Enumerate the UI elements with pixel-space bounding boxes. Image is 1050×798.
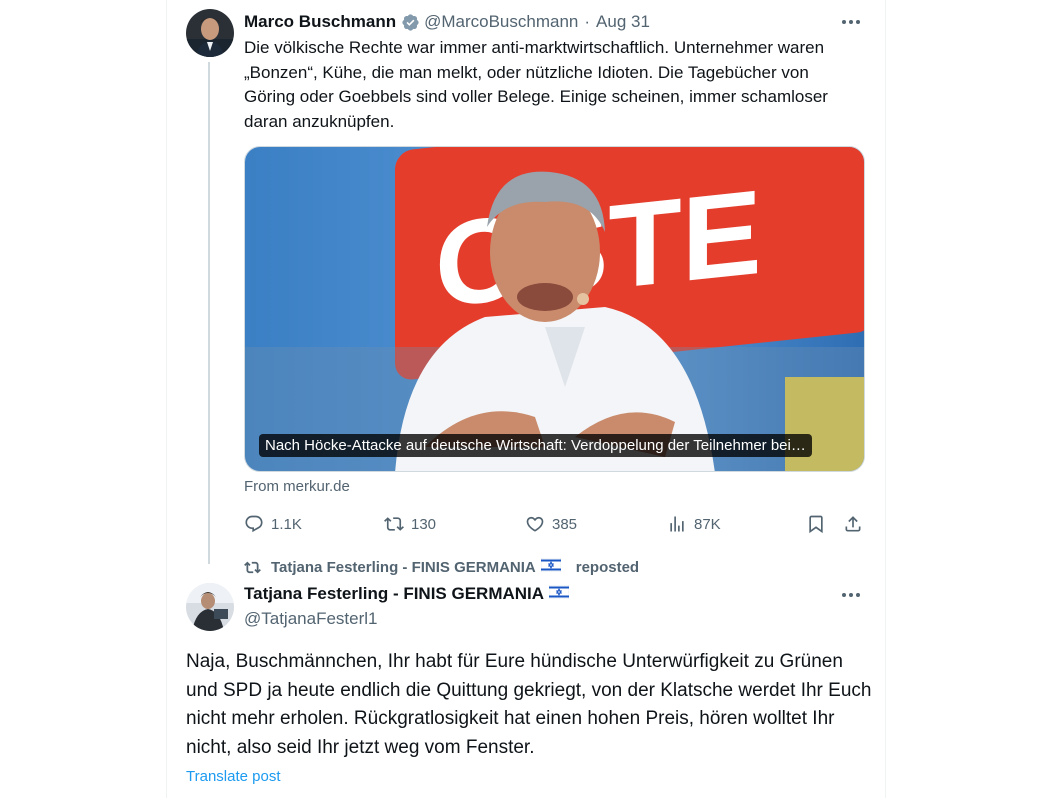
reply-count: 1.1K bbox=[271, 515, 302, 533]
like-button[interactable]: 385 bbox=[525, 510, 577, 538]
share-button[interactable] bbox=[843, 510, 870, 538]
repost-icon bbox=[244, 561, 261, 573]
repost-banner-suffix: reposted bbox=[575, 558, 640, 576]
tweet-text: Die völkische Rechte war immer anti-mark… bbox=[244, 38, 828, 131]
bookmark-button[interactable] bbox=[806, 510, 833, 538]
tweet-header: Marco Buschmann @MarcoBuschmann · Aug 31 bbox=[244, 11, 650, 33]
repost-banner-name: Tatjana Festerling - FINIS GERMANIA bbox=[271, 558, 536, 576]
reply-author-avatar[interactable] bbox=[186, 583, 234, 631]
link-card-source[interactable]: From merkur.de bbox=[244, 478, 350, 495]
separator-dot: · bbox=[584, 12, 591, 31]
tweet-actions: 1.1K 130 385 87K bbox=[244, 510, 866, 538]
like-count: 385 bbox=[552, 515, 578, 533]
link-card-caption: Nach Höcke-Attacke auf deutsche Wirtscha… bbox=[259, 434, 812, 457]
more-icon[interactable] bbox=[837, 12, 865, 32]
israel-flag-icon bbox=[540, 557, 571, 576]
views-icon bbox=[670, 516, 684, 532]
repost-banner[interactable]: Tatjana Festerling - FINIS GERMANIA repo… bbox=[244, 557, 640, 576]
timeline-column: Marco Buschmann @MarcoBuschmann · Aug 31… bbox=[166, 0, 886, 798]
author-name[interactable]: Marco Buschmann bbox=[244, 12, 396, 32]
repost-count: 130 bbox=[411, 515, 437, 533]
reply-button[interactable]: 1.1K bbox=[244, 510, 302, 538]
reply-text: Naja, Buschmännchen, Ihr habt für Eure h… bbox=[186, 651, 872, 758]
bookmark-icon bbox=[809, 515, 823, 534]
israel-flag-icon bbox=[548, 584, 570, 604]
reply-icon bbox=[245, 515, 263, 533]
author-avatar[interactable] bbox=[186, 9, 234, 57]
verified-badge-icon bbox=[401, 13, 420, 32]
reply-author-name[interactable]: Tatjana Festerling - FINIS GERMANIA bbox=[244, 584, 574, 604]
reply-author-name-text: Tatjana Festerling - FINIS GERMANIA bbox=[244, 584, 545, 603]
link-card-image[interactable]: OSTE Nach Höcke-Attacke auf deutsche Wir… bbox=[244, 146, 865, 472]
author-handle[interactable]: @MarcoBuschmann bbox=[424, 12, 578, 32]
repost-button[interactable]: 130 bbox=[384, 510, 436, 538]
like-icon bbox=[526, 516, 544, 532]
thread-connector bbox=[208, 62, 210, 564]
translate-post-link[interactable]: Translate post bbox=[186, 768, 281, 785]
more-icon[interactable] bbox=[837, 585, 865, 605]
reply-author-handle[interactable]: @TatjanaFesterl1 bbox=[244, 609, 378, 629]
views-count: 87K bbox=[694, 515, 721, 533]
tweet-date[interactable]: Aug 31 bbox=[596, 12, 650, 32]
share-icon bbox=[845, 516, 861, 532]
views-button[interactable]: 87K bbox=[667, 510, 721, 538]
repost-icon bbox=[384, 517, 404, 531]
